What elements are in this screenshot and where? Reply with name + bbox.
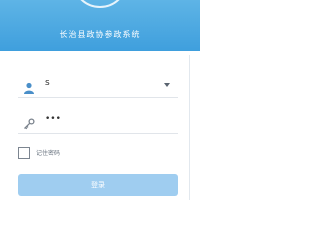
login-screen: 长治县政协参政系统 s ••• 记住密码 登录 [0,0,200,200]
chevron-down-icon[interactable] [164,83,170,87]
app-title: 长治县政协参政系统 [59,30,141,39]
user-icon [23,79,35,94]
app-header: 长治县政协参政系统 [0,0,200,51]
password-field[interactable]: ••• [18,110,178,134]
remember-label: 记住密码 [36,150,61,157]
username-value[interactable]: s [45,78,50,88]
login-button[interactable]: 登录 [18,174,178,196]
username-field[interactable]: s [18,74,178,98]
key-icon [23,115,35,130]
app-logo [72,0,128,8]
card-border [189,55,190,200]
password-value[interactable]: ••• [45,114,61,124]
remember-checkbox[interactable] [18,147,30,159]
